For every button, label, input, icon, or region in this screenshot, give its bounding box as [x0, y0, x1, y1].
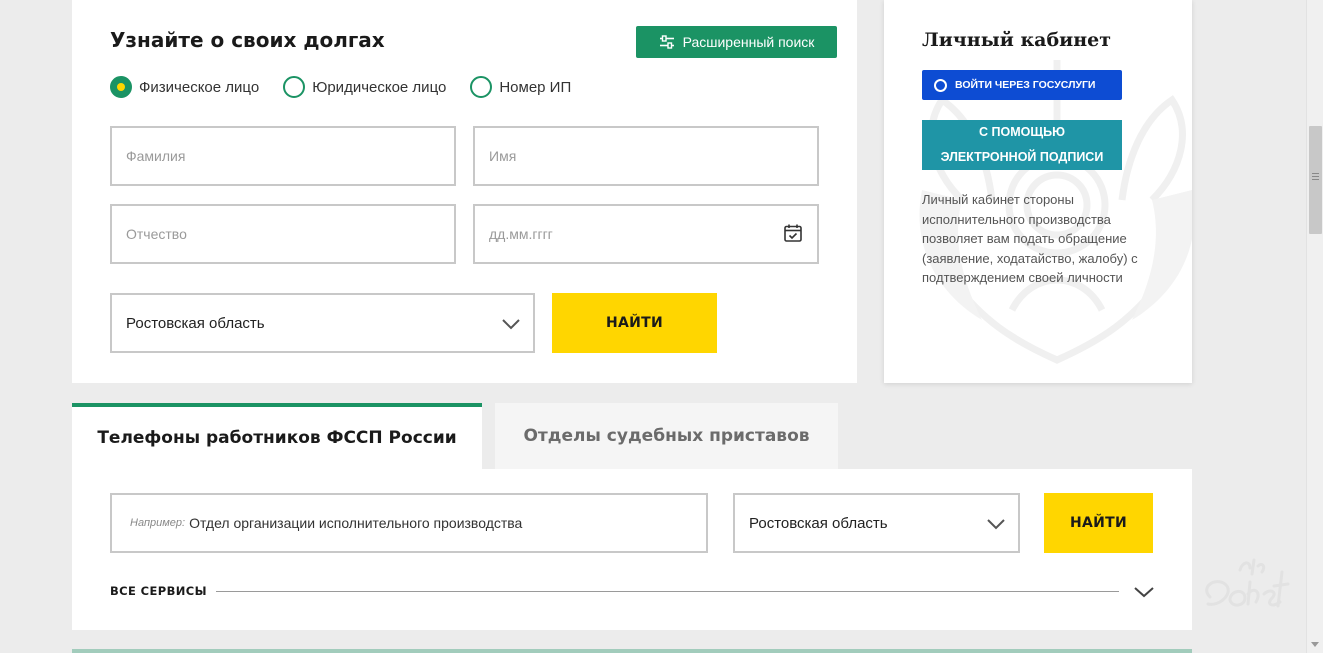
find-phones-button[interactable]: НАЙТИ: [1044, 493, 1153, 553]
ring-icon: [934, 78, 947, 92]
phones-search-card: Например: Ростовская область НАЙТИ ВСЕ С…: [72, 469, 1192, 630]
advanced-search-button[interactable]: Расширенный поиск: [636, 26, 837, 58]
all-services-divider: [216, 591, 1119, 592]
chevron-down-icon[interactable]: [1133, 585, 1155, 599]
calendar-icon[interactable]: [783, 223, 803, 243]
debt-search-title: Узнайте о своих долгах: [110, 28, 385, 52]
radio-legal-entity[interactable]: Юридическое лицо: [283, 76, 446, 98]
phones-region-select[interactable]: Ростовская область: [733, 493, 1020, 553]
bottom-accent-stripe: [72, 649, 1192, 653]
gosuslugi-login-button[interactable]: ВОЙТИ ЧЕРЕЗ ГОСУСЛУГИ: [922, 70, 1122, 100]
birthdate-field: [473, 204, 819, 264]
scroll-down-arrow-icon[interactable]: [1311, 642, 1319, 647]
birthdate-input[interactable]: [473, 204, 819, 264]
debt-search-card: Узнайте о своих долгах Расширенный поиск…: [72, 0, 857, 383]
find-debts-button[interactable]: НАЙТИ: [552, 293, 717, 353]
chevron-down-icon: [502, 319, 520, 330]
chevron-down-icon: [987, 519, 1005, 530]
eds-login-label-line1: С ПОМОЩЬЮ: [979, 125, 1065, 139]
radio-ip-number-dot[interactable]: [470, 76, 493, 98]
scrollbar-thumb[interactable]: [1309, 126, 1322, 234]
radio-individual[interactable]: Физическое лицо: [110, 76, 259, 98]
phones-region-select-value: Ростовская область: [749, 514, 888, 532]
personal-cabinet-card: Личный кабинет ВОЙТИ ЧЕРЕЗ ГОСУСЛУГИ С П…: [884, 0, 1192, 383]
tab-fssp-phones[interactable]: Телефоны работников ФССП России: [72, 403, 482, 469]
radio-legal-entity-dot[interactable]: [283, 76, 306, 98]
region-select-value: Ростовская область: [126, 314, 265, 332]
patronymic-input[interactable]: [110, 204, 456, 264]
scrollbar-grip: [1312, 176, 1319, 177]
region-select[interactable]: Ростовская область: [110, 293, 535, 353]
site-watermark-logo: [1205, 558, 1290, 608]
name-input[interactable]: [473, 126, 819, 186]
eds-login-button[interactable]: С ПОМОЩЬЮ ЭЛЕКТРОННОЙ ПОДПИСИ: [922, 120, 1122, 170]
radio-legal-entity-label: Юридическое лицо: [312, 78, 447, 96]
person-type-radio-group: Физическое лицо Юридическое лицо Номер И…: [110, 76, 571, 98]
radio-individual-dot[interactable]: [110, 76, 132, 98]
example-prefix: Например:: [130, 517, 186, 529]
advanced-search-label: Расширенный поиск: [682, 34, 815, 50]
sliders-icon: [659, 35, 674, 49]
personal-cabinet-description: Личный кабинет стороны исполнительного п…: [922, 192, 1138, 286]
personal-cabinet-title: Личный кабинет: [922, 29, 1112, 51]
surname-input[interactable]: [110, 126, 456, 186]
radio-ip-number-label: Номер ИП: [499, 78, 572, 96]
radio-ip-number[interactable]: Номер ИП: [470, 76, 571, 98]
page-scrollbar[interactable]: [1306, 0, 1323, 653]
eds-login-label-line2: ЭЛЕКТРОННОЙ ПОДПИСИ: [940, 150, 1104, 164]
radio-individual-label: Физическое лицо: [139, 78, 260, 96]
department-search-field[interactable]: Например:: [110, 493, 708, 553]
gosuslugi-login-label: ВОЙТИ ЧЕРЕЗ ГОСУСЛУГИ: [955, 79, 1096, 91]
tab-bailiff-departments[interactable]: Отделы судебных приставов: [495, 403, 838, 469]
department-search-input[interactable]: [189, 515, 688, 531]
all-services-label: ВСЕ СЕРВИСЫ: [110, 584, 207, 598]
